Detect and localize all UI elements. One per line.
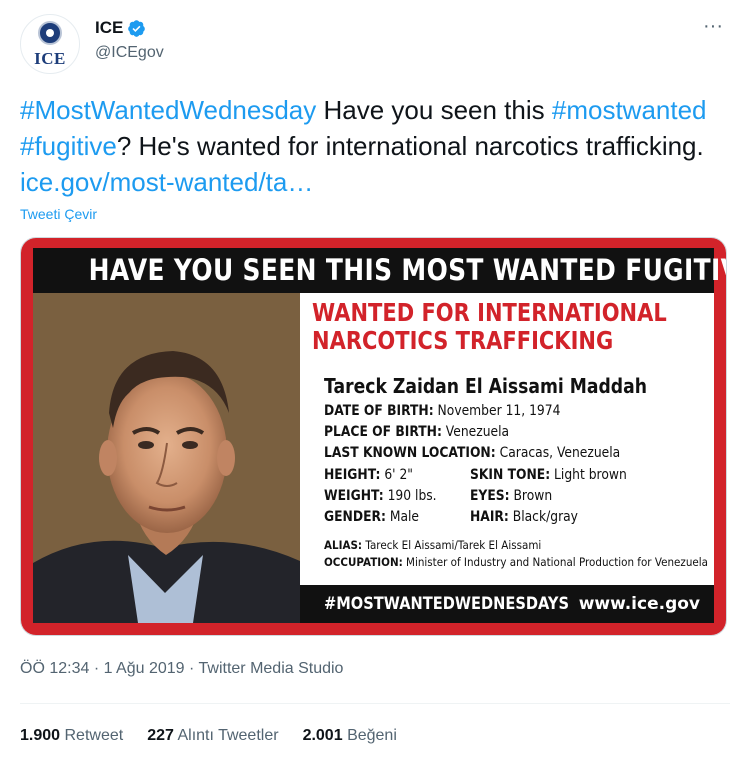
avatar-label: ICE (34, 49, 66, 68)
location-row: LAST KNOWN LOCATION: Caracas, Venezuela (324, 445, 621, 461)
fugitive-portrait-illustration (33, 293, 300, 623)
divider (20, 703, 730, 704)
verified-badge-icon (128, 19, 146, 37)
tweet-media-image[interactable]: HAVE YOU SEEN THIS MOST WANTED FUGITIVE? (20, 237, 727, 636)
tweet-text-part: ? He's wanted for international narcotic… (116, 131, 704, 161)
tweet-date[interactable]: 1 Ağu 2019 (104, 660, 185, 677)
eyes-row: EYES: Brown (470, 488, 553, 504)
translate-tweet-link[interactable]: Tweeti Çevir (20, 206, 97, 222)
poster-banner: HAVE YOU SEEN THIS MOST WANTED FUGITIVE? (33, 248, 726, 293)
tweet-time[interactable]: ÖÖ 12:34 (20, 660, 89, 677)
fugitive-photo (33, 293, 300, 623)
tweet-text-part: Have you seen this (316, 95, 552, 125)
height-row: HEIGHT: 6' 2" (324, 467, 413, 483)
fugitive-name: Tareck Zaidan El Aissami Maddah (324, 374, 647, 398)
fugitive-info-panel: WANTED FOR INTERNATIONAL NARCOTICS TRAFF… (300, 293, 714, 623)
poster-footer: #MOSTWANTEDWEDNESDAYS www.ice.gov (300, 585, 714, 623)
avatar[interactable]: ICE (20, 14, 80, 74)
quotes-stat[interactable]: 227 Alıntı Tweetler (147, 727, 278, 745)
alias-row: ALIAS: Tareck El Aissami/Tarek El Aissam… (324, 538, 542, 552)
pob-row: PLACE OF BIRTH: Venezuela (324, 424, 510, 440)
name-row: ICE (95, 18, 146, 38)
wanted-reason: WANTED FOR INTERNATIONAL NARCOTICS TRAFF… (312, 299, 667, 355)
dob-row: DATE OF BIRTH: November 11, 1974 (324, 403, 561, 419)
most-wanted-poster: HAVE YOU SEEN THIS MOST WANTED FUGITIVE? (21, 238, 726, 635)
tweet-header: ICE ICE @ICEgov ··· (20, 12, 730, 76)
tweet-stats: 1.900 Retweet 227 Alıntı Tweetler 2.001 … (20, 727, 421, 745)
meta-separator: · (184, 660, 199, 677)
wanted-line-1: WANTED FOR INTERNATIONAL (312, 298, 667, 327)
skin-row: SKIN TONE: Light brown (470, 467, 627, 483)
tweet-meta: ÖÖ 12:34 · 1 Ağu 2019 · Twitter Media St… (20, 660, 343, 678)
tweet-text: #MostWantedWednesday Have you seen this … (20, 92, 725, 200)
likes-stat[interactable]: 2.001 Beğeni (303, 727, 397, 745)
poster-hashtag: #MOSTWANTEDWEDNESDAYS (324, 594, 570, 614)
hashtag-fugitive[interactable]: #fugitive (20, 131, 117, 161)
occupation-row: OCCUPATION: Minister of Industry and Nat… (324, 555, 708, 569)
hair-row: HAIR: Black/gray (470, 509, 578, 525)
dhs-seal-icon (38, 21, 62, 45)
retweets-stat[interactable]: 1.900 Retweet (20, 727, 123, 745)
handle[interactable]: @ICEgov (95, 44, 164, 62)
hashtag-mostwanted[interactable]: #mostwanted (552, 95, 707, 125)
gender-row: GENDER: Male (324, 509, 420, 525)
wanted-line-2: NARCOTICS TRAFFICKING (312, 326, 614, 355)
meta-separator: · (89, 660, 104, 677)
tweet-source[interactable]: Twitter Media Studio (199, 660, 344, 677)
display-name[interactable]: ICE (95, 18, 123, 38)
weight-row: WEIGHT: 190 lbs. (324, 488, 437, 504)
tweet-link[interactable]: ice.gov/most-wanted/ta… (20, 167, 313, 197)
poster-website: www.ice.gov (578, 594, 700, 614)
hashtag-mostwantedwednesday[interactable]: #MostWantedWednesday (20, 95, 316, 125)
more-options-icon[interactable]: ··· (698, 16, 728, 46)
